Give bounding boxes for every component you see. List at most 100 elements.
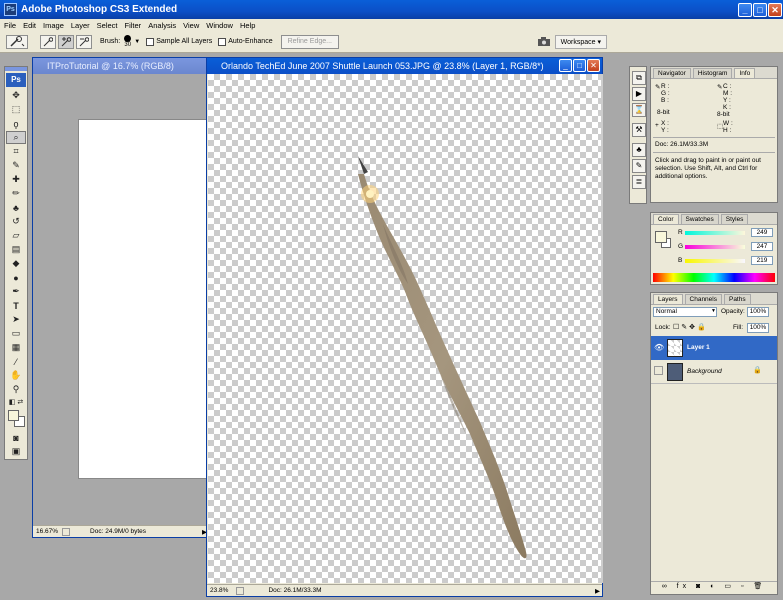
background-visibility-toggle[interactable] bbox=[654, 366, 663, 375]
add-to-selection-button[interactable] bbox=[58, 34, 74, 49]
lock-label: Lock: bbox=[655, 324, 671, 331]
tab-channels[interactable]: Channels bbox=[684, 294, 722, 304]
menu-view[interactable]: View bbox=[183, 21, 199, 30]
color-r-slider[interactable] bbox=[685, 231, 745, 235]
subtract-from-selection-button[interactable] bbox=[76, 34, 92, 49]
tab-paths[interactable]: Paths bbox=[723, 294, 751, 304]
shape-tool-icon[interactable]: ▭ bbox=[6, 327, 26, 340]
layer-row-background[interactable]: Background 🔒 bbox=[651, 360, 777, 384]
brushes-dock-icon[interactable]: ✎ bbox=[632, 159, 646, 173]
tab-histogram[interactable]: Histogram bbox=[692, 68, 733, 78]
tab-layers[interactable]: Layers bbox=[653, 294, 683, 304]
pen-tool-icon[interactable]: ✒ bbox=[6, 285, 26, 298]
hand-tool-icon[interactable]: ✋ bbox=[6, 369, 26, 382]
refine-edge-button[interactable]: Refine Edge... bbox=[280, 34, 339, 49]
menu-layer[interactable]: Layer bbox=[71, 21, 90, 30]
path-selection-tool-icon[interactable]: ➤ bbox=[6, 313, 26, 326]
auto-enhance-checkbox[interactable] bbox=[218, 37, 227, 46]
quick-mask-icon[interactable]: ◙ bbox=[6, 431, 26, 444]
menu-select[interactable]: Select bbox=[97, 21, 118, 30]
brush-picker[interactable]: 30 bbox=[124, 35, 132, 48]
layer-row-layer1[interactable]: 👁 Layer 1 bbox=[651, 336, 777, 360]
menu-analysis[interactable]: Analysis bbox=[148, 21, 176, 30]
tab-swatches[interactable]: Swatches bbox=[680, 214, 719, 224]
history-brush-tool-icon[interactable]: ↺ bbox=[6, 215, 26, 228]
blur-tool-icon[interactable]: ◆ bbox=[6, 257, 26, 270]
color-spectrum-bar[interactable] bbox=[653, 273, 775, 282]
gradient-tool-icon[interactable]: ▤ bbox=[6, 243, 26, 256]
menu-image[interactable]: Image bbox=[43, 21, 64, 30]
menu-edit[interactable]: Edit bbox=[23, 21, 36, 30]
move-tool-icon[interactable]: ✥ bbox=[6, 89, 26, 102]
sample-all-layers-checkbox[interactable] bbox=[146, 37, 155, 46]
brush-tool-icon[interactable]: ✏ bbox=[6, 187, 26, 200]
notes-tool-icon[interactable]: ▦ bbox=[6, 341, 26, 354]
toolbox-grip[interactable] bbox=[5, 67, 27, 71]
tab-info[interactable]: Info bbox=[734, 68, 756, 78]
clone-source-dock-icon[interactable]: ♣ bbox=[632, 143, 646, 157]
blend-mode-select[interactable]: Normal ▼ bbox=[653, 307, 717, 317]
tool-preset-picker[interactable] bbox=[6, 34, 28, 49]
lock-icons[interactable]: ☐✎✥🔒 bbox=[673, 323, 708, 331]
color-b-value[interactable]: 219 bbox=[751, 256, 773, 265]
healing-brush-tool-icon[interactable]: ✚ bbox=[6, 173, 26, 186]
color-g-value[interactable]: 247 bbox=[751, 242, 773, 251]
doc-close-button[interactable]: ✕ bbox=[587, 59, 600, 72]
zoom-level-shuttle[interactable]: 23.8% bbox=[210, 587, 228, 594]
history-dock-icon[interactable]: ⌛ bbox=[632, 103, 646, 117]
crop-tool-icon[interactable]: ⌗ bbox=[6, 145, 26, 158]
navigator-dock-icon[interactable]: ⧉ bbox=[632, 71, 646, 85]
bridge-icon[interactable] bbox=[535, 35, 553, 49]
layers-footer-icons[interactable]: ∞ fx ◙ ◐ ▭ ▫ 🗑 bbox=[651, 581, 777, 594]
color-b-slider[interactable] bbox=[685, 259, 745, 263]
doc-minimize-button[interactable]: _ bbox=[559, 59, 572, 72]
eyedropper-sample-tool-icon[interactable]: ⁄ bbox=[6, 355, 26, 368]
screen-mode-icon[interactable]: ▣ bbox=[6, 445, 26, 458]
document-title-itprotutorial[interactable]: ITProTutorial @ 16.7% (RGB/8) bbox=[33, 58, 209, 74]
tab-styles[interactable]: Styles bbox=[720, 214, 749, 224]
layer-comps-dock-icon[interactable]: ≣ bbox=[632, 175, 646, 189]
info-doc-size: Doc: 26.1M/33.3M bbox=[655, 141, 709, 148]
tab-color[interactable]: Color bbox=[653, 214, 679, 224]
tab-navigator[interactable]: Navigator bbox=[653, 68, 691, 78]
maximize-button[interactable]: □ bbox=[753, 3, 767, 17]
foreground-color-swatch[interactable] bbox=[8, 410, 19, 421]
type-tool-icon[interactable]: T bbox=[6, 299, 26, 312]
menu-file[interactable]: File bbox=[4, 21, 16, 30]
color-g-slider[interactable] bbox=[685, 245, 745, 249]
lasso-tool-icon[interactable]: ϙ bbox=[6, 117, 26, 130]
new-selection-button[interactable] bbox=[40, 34, 56, 49]
color-r-value[interactable]: 249 bbox=[751, 228, 773, 237]
brush-size: 30 bbox=[124, 42, 132, 48]
minimize-button[interactable]: _ bbox=[738, 3, 752, 17]
fill-field[interactable]: 100% bbox=[747, 323, 769, 333]
workspace-menu[interactable]: Workspace ▾ bbox=[554, 34, 607, 49]
menu-filter[interactable]: Filter bbox=[125, 21, 142, 30]
clone-stamp-tool-icon[interactable]: ♣ bbox=[6, 201, 26, 214]
close-button[interactable]: ✕ bbox=[768, 3, 782, 17]
doc-maximize-button[interactable]: □ bbox=[573, 59, 586, 72]
status-icon-shuttle[interactable] bbox=[236, 586, 245, 595]
color-fg-swatch[interactable] bbox=[655, 231, 667, 243]
blend-dropdown-icon: ▼ bbox=[711, 308, 716, 314]
layer-visibility-eye-icon[interactable]: 👁 bbox=[654, 343, 664, 352]
default-colors-icon[interactable]: ◧ ⇄ bbox=[6, 397, 26, 407]
dodge-tool-icon[interactable]: ● bbox=[6, 271, 26, 284]
canvas-shuttle[interactable] bbox=[208, 74, 601, 583]
eraser-tool-icon[interactable]: ▱ bbox=[6, 229, 26, 242]
status-menu-arrow-shuttle-icon[interactable]: ▶ bbox=[595, 587, 600, 595]
tool-presets-dock-icon[interactable]: ⚒ bbox=[632, 123, 646, 137]
canvas-itprotutorial[interactable] bbox=[78, 119, 210, 479]
zoom-level[interactable]: 16.67% bbox=[36, 528, 58, 535]
marquee-tool-icon[interactable]: ⬚ bbox=[6, 103, 26, 116]
status-icon[interactable] bbox=[62, 527, 71, 536]
menu-help[interactable]: Help bbox=[240, 21, 255, 30]
quick-selection-tool-icon[interactable]: ⌕ bbox=[6, 131, 26, 144]
zoom-tool-icon[interactable]: ⚲ bbox=[6, 383, 26, 396]
opacity-field[interactable]: 100% bbox=[747, 307, 769, 317]
eyedropper-tool-icon[interactable]: ✎ bbox=[6, 159, 26, 172]
actions-dock-icon[interactable]: ▶ bbox=[632, 87, 646, 101]
menu-window[interactable]: Window bbox=[206, 21, 233, 30]
brush-dropdown-arrow-icon[interactable]: ▼ bbox=[134, 39, 140, 45]
document-title-shuttle[interactable]: Orlando TechEd June 2007 Shuttle Launch … bbox=[207, 58, 602, 74]
